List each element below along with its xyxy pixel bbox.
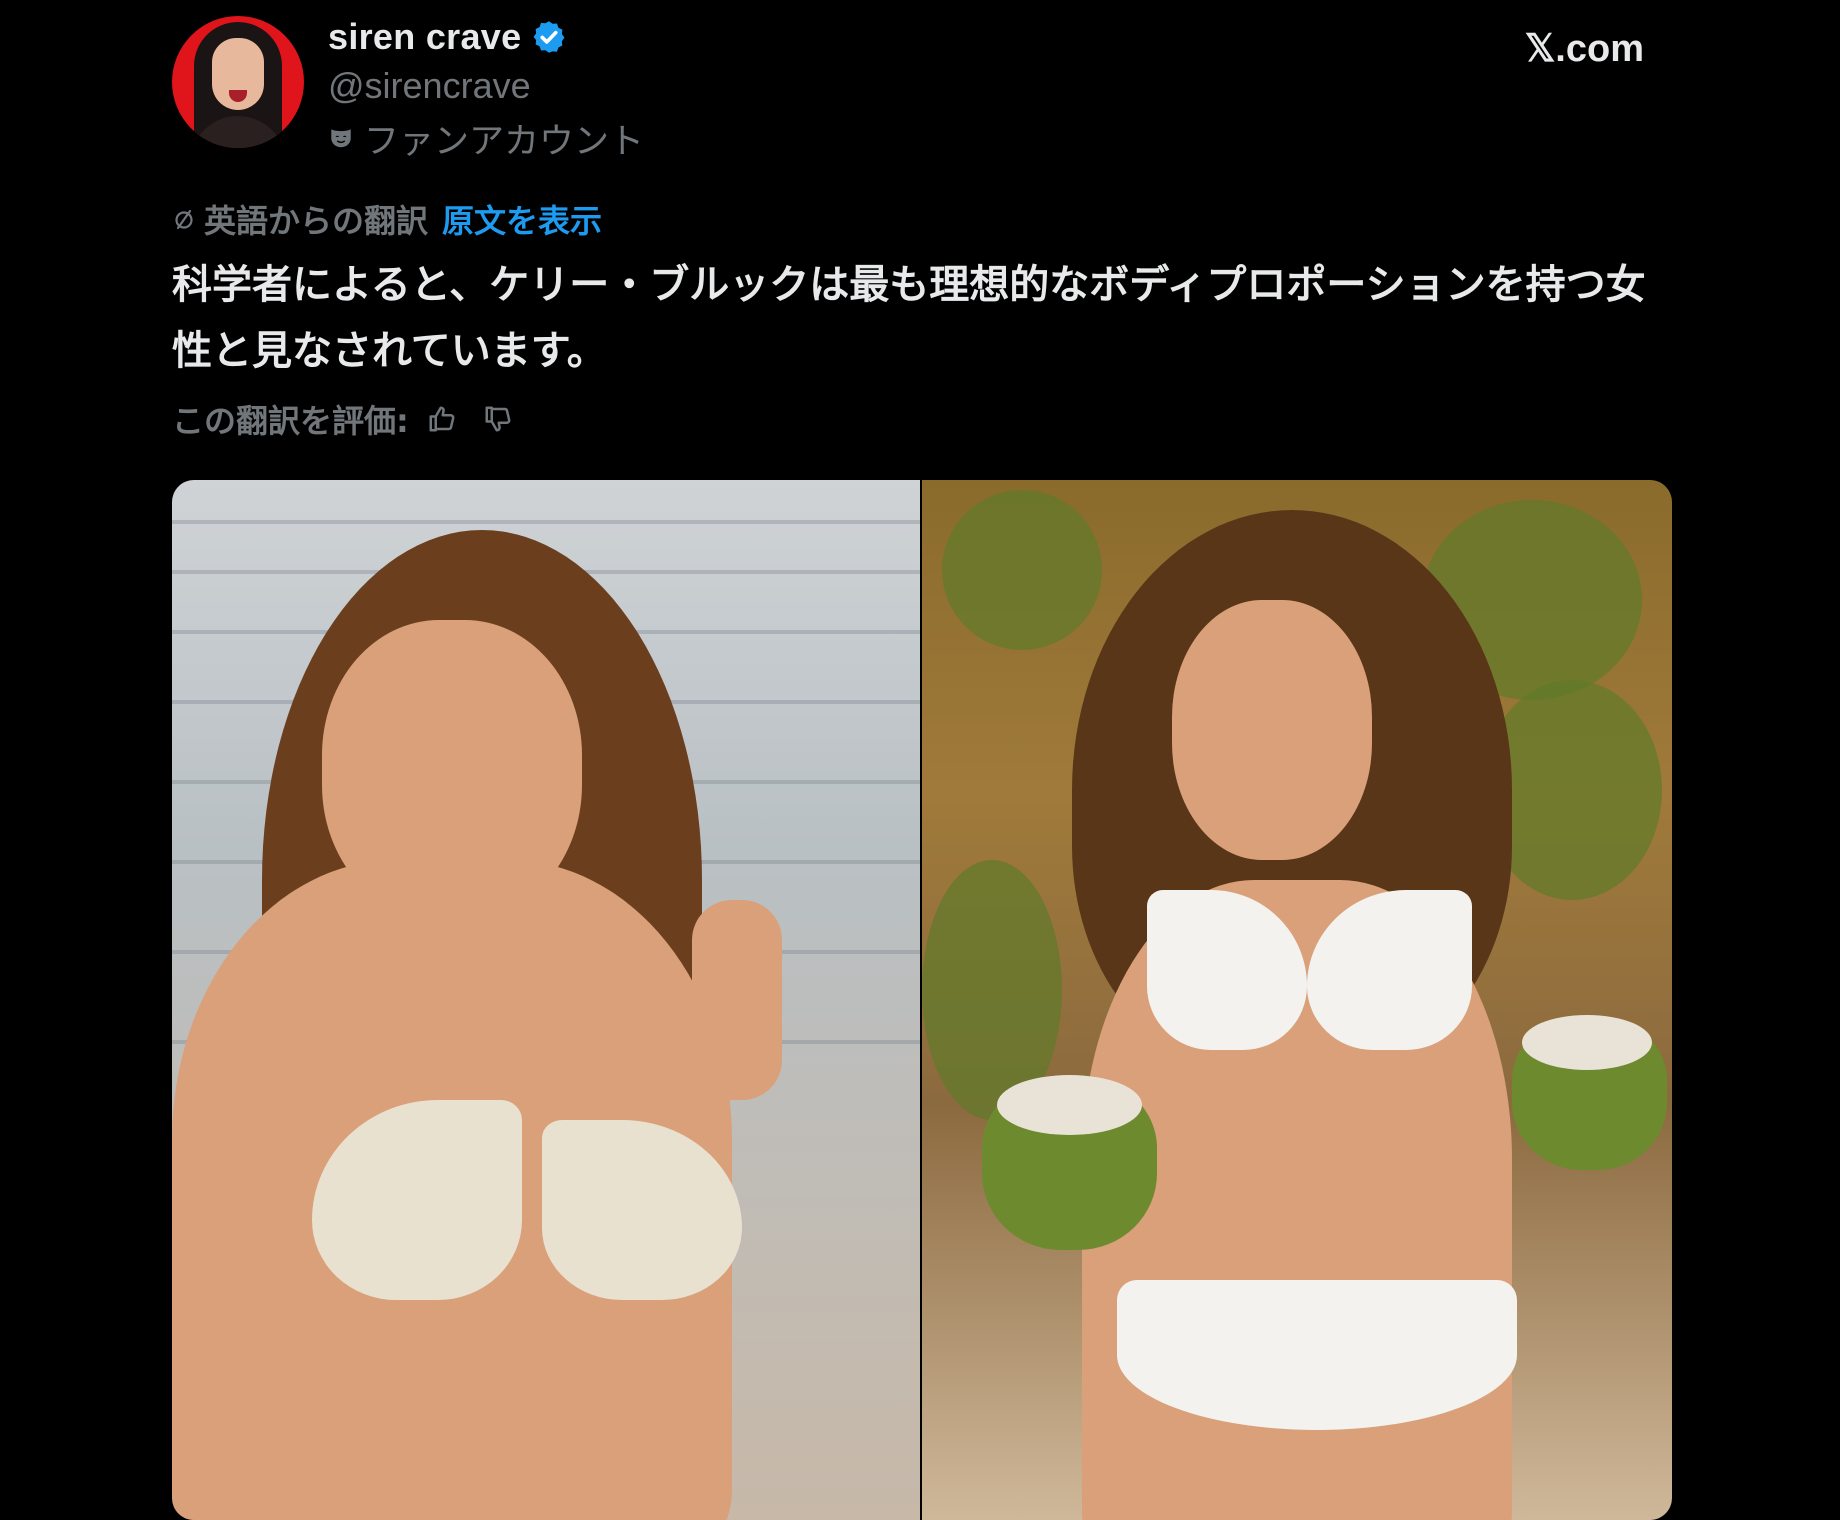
post-text: 科学者によると、ケリー・ブルックは最も理想的なボディプロポーションを持つ女性と見… (172, 262, 1646, 374)
media-gallery[interactable] (172, 480, 1672, 1520)
avatar[interactable] (172, 16, 304, 148)
user-info: siren crave @sirencrave ファンアカウント (328, 16, 644, 162)
translate-icon (175, 209, 193, 230)
mask-icon (331, 129, 351, 148)
verified-badge-icon (534, 21, 565, 53)
photo-right[interactable] (922, 480, 1672, 1520)
thumbs-down-icon[interactable] (483, 404, 513, 434)
show-original-link[interactable]: 原文を表示 (442, 196, 602, 242)
rate-translation-row: この翻訳を評価: (172, 396, 513, 442)
rate-translation-label: この翻訳を評価: (172, 402, 409, 440)
user-handle[interactable]: @sirencrave (328, 64, 644, 108)
translated-from-label: 英語からの翻訳 (204, 202, 429, 240)
display-name[interactable]: siren crave (328, 16, 521, 58)
site-logo: 𝕏.com (1524, 28, 1644, 70)
fan-account-label: ファンアカウント (364, 121, 645, 162)
name-row: siren crave (328, 16, 644, 58)
translation-notice: 英語からの翻訳 原文を表示 (172, 196, 602, 242)
post-card: siren crave @sirencrave ファンアカウント 𝕏.com 英… (172, 0, 1672, 1520)
post-header: siren crave @sirencrave ファンアカウント 𝕏.com (172, 16, 1672, 162)
account-label-row: ファンアカウント (328, 116, 644, 162)
photo-left[interactable] (172, 480, 920, 1520)
thumbs-up-icon[interactable] (427, 404, 457, 434)
